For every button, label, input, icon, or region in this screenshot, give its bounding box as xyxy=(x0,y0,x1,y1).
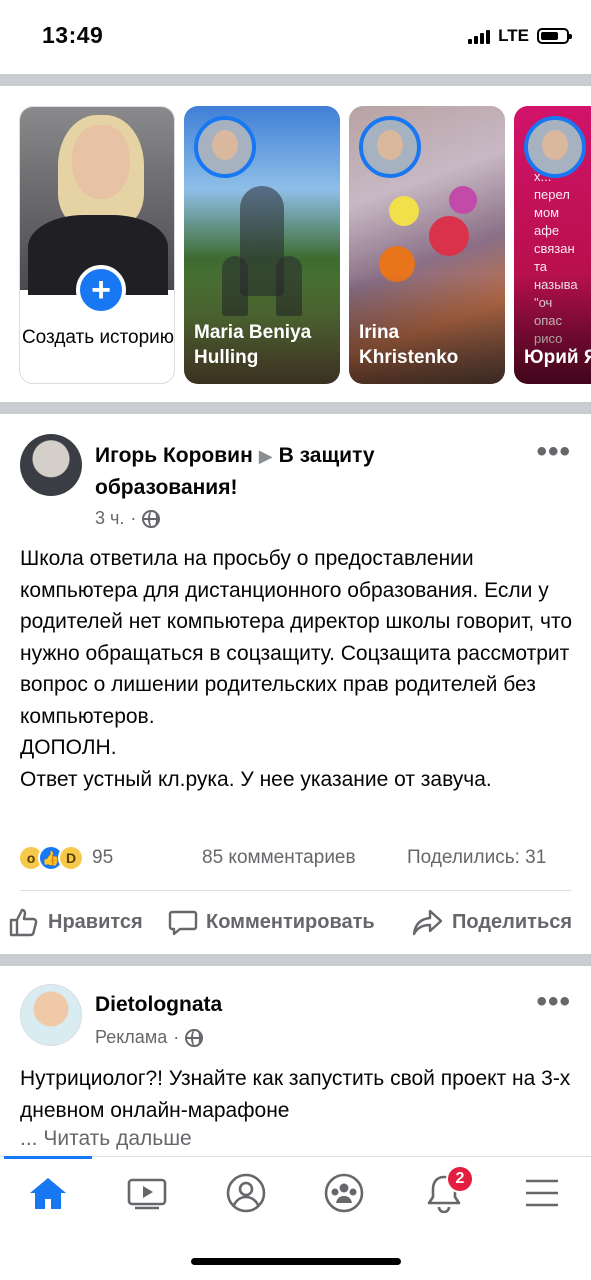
story-avatar xyxy=(524,116,586,178)
home-indicator[interactable] xyxy=(191,1258,401,1265)
comment-icon xyxy=(168,910,198,936)
tab-profile[interactable] xyxy=(216,1171,276,1215)
post-header: Игорь Коровин ▶ В защиту образования! xyxy=(95,440,435,503)
active-tab-indicator xyxy=(4,1156,92,1159)
create-story-card[interactable]: + Создать историю xyxy=(19,106,175,384)
status-bar: 13:49 LTE xyxy=(0,0,591,74)
divider xyxy=(0,74,591,86)
like-button[interactable]: Нравится xyxy=(8,907,143,937)
story-author-name: Maria Beniya Hulling xyxy=(194,322,312,368)
own-profile-photo xyxy=(20,107,174,295)
divider xyxy=(0,954,591,966)
network-type: LTE xyxy=(498,26,529,45)
story-card[interactable]: Maria Beniya Hulling xyxy=(184,106,340,384)
notifications-badge: 2 xyxy=(446,1165,474,1193)
ad-meta: Реклама · xyxy=(95,1027,204,1048)
like-label: Нравится xyxy=(48,910,143,933)
home-icon xyxy=(30,1178,66,1209)
shares-count[interactable]: Поделились: 31 xyxy=(407,847,546,869)
haha-reaction-icon: D xyxy=(58,845,84,871)
post-text: Школа ответила на просьбу о предоставлен… xyxy=(20,547,573,728)
story-card[interactable]: Irina Khristenko xyxy=(349,106,505,384)
divider xyxy=(0,402,591,414)
tab-home[interactable] xyxy=(18,1171,78,1215)
battery-icon xyxy=(537,28,572,44)
share-icon xyxy=(412,909,443,936)
author-avatar[interactable] xyxy=(20,434,82,496)
sponsored-label: Реклама xyxy=(95,1027,168,1047)
story-card[interactable]: х... перел мом афе связан та называ "оч … xyxy=(514,106,591,384)
tab-menu[interactable] xyxy=(512,1171,572,1215)
create-story-label: Создать историю xyxy=(21,327,175,348)
story-author-name: Irina Khristenko xyxy=(359,322,459,368)
author-name[interactable]: Игорь Коровин xyxy=(95,444,253,467)
story-avatar xyxy=(194,116,256,178)
profile-icon xyxy=(226,1173,266,1213)
status-indicators: LTE xyxy=(468,26,572,46)
ellipsis: ... xyxy=(20,1127,38,1150)
advertiser-avatar[interactable] xyxy=(20,984,82,1046)
add-story-plus-icon[interactable]: + xyxy=(76,265,126,315)
read-more-link[interactable]: ... Читать дальше xyxy=(20,1127,192,1151)
menu-icon xyxy=(526,1179,558,1207)
post-text-addendum: Ответ устный кл.рука. У нее указание от … xyxy=(20,767,492,791)
groups-icon xyxy=(324,1173,364,1213)
reactions-summary[interactable]: o 👍 D 95 xyxy=(18,845,113,871)
ad-text: Нутрициолог?! Узнайте как запустить свой… xyxy=(20,1067,571,1122)
arrow-right-icon: ▶ xyxy=(258,446,273,466)
post-time[interactable]: 3 ч. xyxy=(95,508,124,529)
comment-label: Комментировать xyxy=(206,910,375,933)
post-text-addendum: ДОПОЛН. xyxy=(20,736,117,759)
comments-count[interactable]: 85 комментариев xyxy=(202,847,356,869)
tab-groups[interactable] xyxy=(314,1171,374,1215)
more-options-icon[interactable]: ••• xyxy=(536,987,571,1017)
share-button[interactable]: Поделиться xyxy=(412,907,572,937)
video-icon xyxy=(127,1178,167,1210)
share-label: Поделиться xyxy=(452,910,573,933)
post-meta: 3 ч. · xyxy=(95,508,161,529)
globe-icon xyxy=(185,1028,204,1047)
reactions-count: 95 xyxy=(92,847,114,868)
post-body: Школа ответила на просьбу о предоставлен… xyxy=(20,543,580,795)
story-author-name: Юрий Якимо xyxy=(524,347,591,368)
divider xyxy=(20,890,571,891)
read-more-label: Читать дальше xyxy=(43,1127,192,1150)
stories-tray: + Создать историю Maria Beniya Hulling I… xyxy=(0,88,591,402)
tab-video[interactable] xyxy=(117,1171,177,1215)
status-time: 13:49 xyxy=(42,22,104,48)
signal-icon xyxy=(468,28,491,44)
advertiser-name[interactable]: Dietolognata xyxy=(95,989,222,1020)
comment-button[interactable]: Комментировать xyxy=(168,907,375,937)
thumbs-up-icon xyxy=(9,908,38,937)
more-options-icon[interactable]: ••• xyxy=(536,437,571,467)
globe-icon xyxy=(142,509,161,528)
story-avatar xyxy=(359,116,421,178)
